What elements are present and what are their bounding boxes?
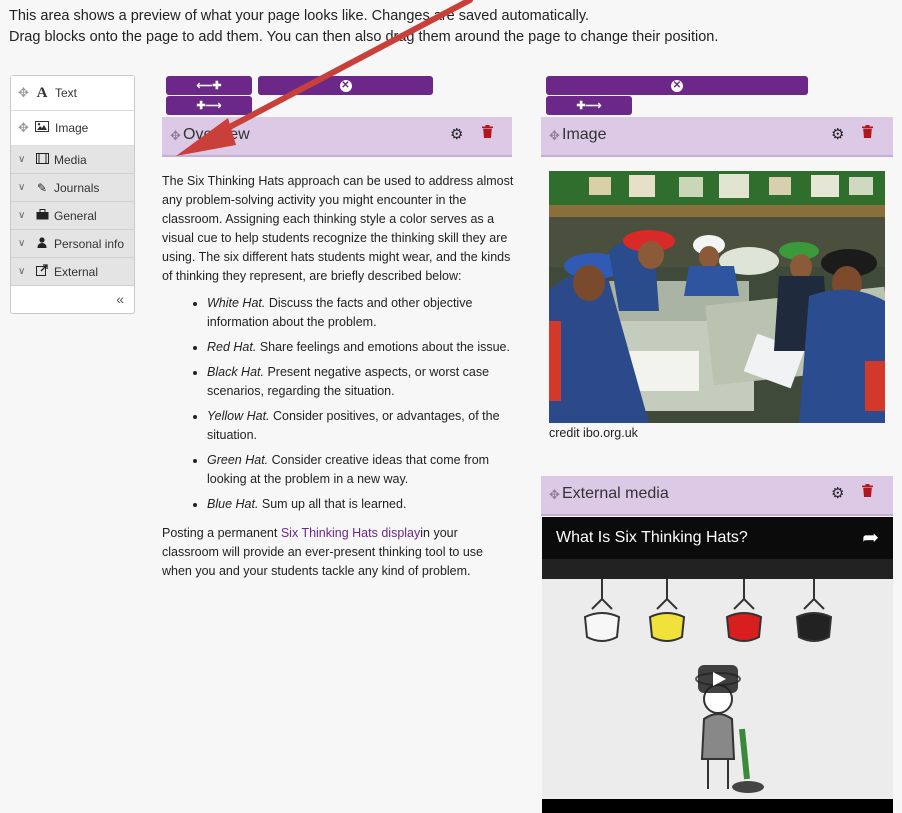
palette-category-general[interactable]: ∨ General: [11, 202, 134, 230]
chevron-down-icon: ∨: [18, 154, 26, 165]
hat-description: Sum up all that is learned.: [258, 497, 407, 511]
overview-outro: Posting a permanent Six Thinking Hats di…: [162, 524, 514, 581]
palette-item-image[interactable]: ✥ Image: [11, 111, 134, 146]
palette-category-media[interactable]: ∨ Media: [11, 146, 134, 174]
gear-icon[interactable]: ⚙: [831, 125, 844, 143]
trash-icon[interactable]: [862, 125, 873, 141]
palette-category-label: Journals: [54, 180, 100, 195]
gear-icon[interactable]: ⚙: [450, 125, 463, 143]
list-item: Black Hat. Present negative aspects, or …: [207, 363, 514, 401]
block-title: Image: [562, 126, 607, 143]
block-title: Overview: [183, 126, 250, 143]
share-icon[interactable]: ➦: [862, 525, 879, 550]
intro-line-1: This area shows a preview of what your p…: [9, 8, 590, 24]
column-width-button[interactable]: ✚⟶: [546, 96, 632, 115]
image-icon: [33, 121, 51, 135]
user-icon: [33, 236, 51, 251]
palette-category-journals[interactable]: ∨ ✎ Journals: [11, 174, 134, 202]
palette-category-label: General: [54, 208, 97, 223]
list-item: Blue Hat. Sum up all that is learned.: [207, 495, 514, 514]
outro-text: Posting a permanent: [162, 526, 281, 540]
list-item: White Hat. Discuss the facts and other o…: [207, 294, 514, 332]
overview-block-header[interactable]: ✥ Overview ⚙: [162, 117, 512, 157]
drag-handle-icon: ✥: [170, 128, 181, 143]
hat-name: Red Hat.: [207, 340, 257, 354]
hat-description: Share feelings and emotions about the is…: [256, 340, 510, 354]
palette-category-external[interactable]: ∨ External: [11, 258, 134, 286]
external-media-block-header[interactable]: ✥ External media ⚙: [541, 476, 893, 516]
palette-item-label: Image: [55, 121, 89, 135]
block-palette: ✥ A Text ✥ Image ∨ Media ∨ ✎ Journals ∨ …: [10, 75, 135, 314]
close-icon: ✕: [339, 79, 352, 92]
chevron-down-icon: ∨: [18, 182, 26, 193]
hat-name: Green Hat.: [207, 453, 269, 467]
hat-name: Blue Hat.: [207, 497, 259, 511]
six-thinking-hats-display-link[interactable]: Six Thinking Hats display: [281, 526, 420, 540]
column-width-button[interactable]: ⟵✚: [166, 76, 252, 95]
block-title: External media: [562, 485, 669, 502]
film-icon: [33, 152, 51, 167]
text-icon: A: [36, 84, 48, 101]
list-item: Red Hat. Share feelings and emotions abo…: [207, 338, 514, 357]
remove-column-button[interactable]: ✕: [546, 76, 808, 95]
pencil-icon: ✎: [36, 180, 48, 195]
image-block-header[interactable]: ✥ Image ⚙: [541, 117, 893, 157]
trash-icon[interactable]: [482, 125, 493, 141]
drag-handle-icon: ✥: [549, 128, 560, 143]
hats-list: White Hat. Discuss the facts and other o…: [162, 294, 514, 514]
remove-column-button[interactable]: ✕: [258, 76, 433, 95]
hat-name: Black Hat.: [207, 365, 264, 379]
close-icon: ✕: [671, 79, 683, 92]
video-player[interactable]: What Is Six Thinking Hats? ➦: [542, 517, 893, 813]
palette-item-text[interactable]: ✥ A Text: [11, 76, 134, 111]
briefcase-icon: [33, 208, 51, 223]
palette-category-personal-info[interactable]: ∨ Personal info: [11, 230, 134, 258]
overview-intro: The Six Thinking Hats approach can be us…: [162, 174, 514, 283]
video-title: What Is Six Thinking Hats?: [556, 529, 748, 546]
palette-category-label: External: [54, 264, 99, 279]
palette-category-label: Media: [54, 152, 87, 167]
list-item: Green Hat. Consider creative ideas that …: [207, 451, 514, 489]
drag-handle-icon: ✥: [18, 85, 29, 100]
external-link-icon: [33, 264, 51, 279]
palette-item-label: Text: [55, 86, 78, 100]
video-thumbnail: [542, 559, 893, 799]
column-width-button[interactable]: ✚⟶: [166, 96, 252, 115]
overview-content: The Six Thinking Hats approach can be us…: [162, 172, 514, 581]
drag-handle-icon: ✥: [18, 120, 29, 135]
chevron-down-icon: ∨: [18, 238, 26, 249]
image-caption: credit ibo.org.uk: [549, 426, 638, 440]
trash-icon[interactable]: [862, 484, 873, 500]
arrows-left-right-icon: ⟵✚: [196, 80, 222, 92]
arrows-left-right-icon: ✚⟶: [196, 100, 222, 112]
arrows-left-right-icon: ✚⟶: [576, 100, 602, 112]
intro-line-2: Drag blocks onto the page to add them. Y…: [9, 29, 719, 45]
intro-text: This area shows a preview of what your p…: [9, 6, 718, 48]
chevron-down-icon: ∨: [18, 266, 26, 277]
list-item: Yellow Hat. Consider positives, or advan…: [207, 407, 514, 445]
collapse-palette-button[interactable]: «: [11, 286, 134, 313]
classroom-photo: [549, 171, 885, 423]
gear-icon[interactable]: ⚙: [831, 484, 844, 502]
hat-name: White Hat.: [207, 296, 266, 310]
hat-name: Yellow Hat.: [207, 409, 270, 423]
chevron-down-icon: ∨: [18, 210, 26, 221]
video-title-bar: What Is Six Thinking Hats? ➦: [542, 517, 893, 559]
palette-category-label: Personal info: [54, 236, 125, 251]
drag-handle-icon: ✥: [549, 487, 560, 502]
